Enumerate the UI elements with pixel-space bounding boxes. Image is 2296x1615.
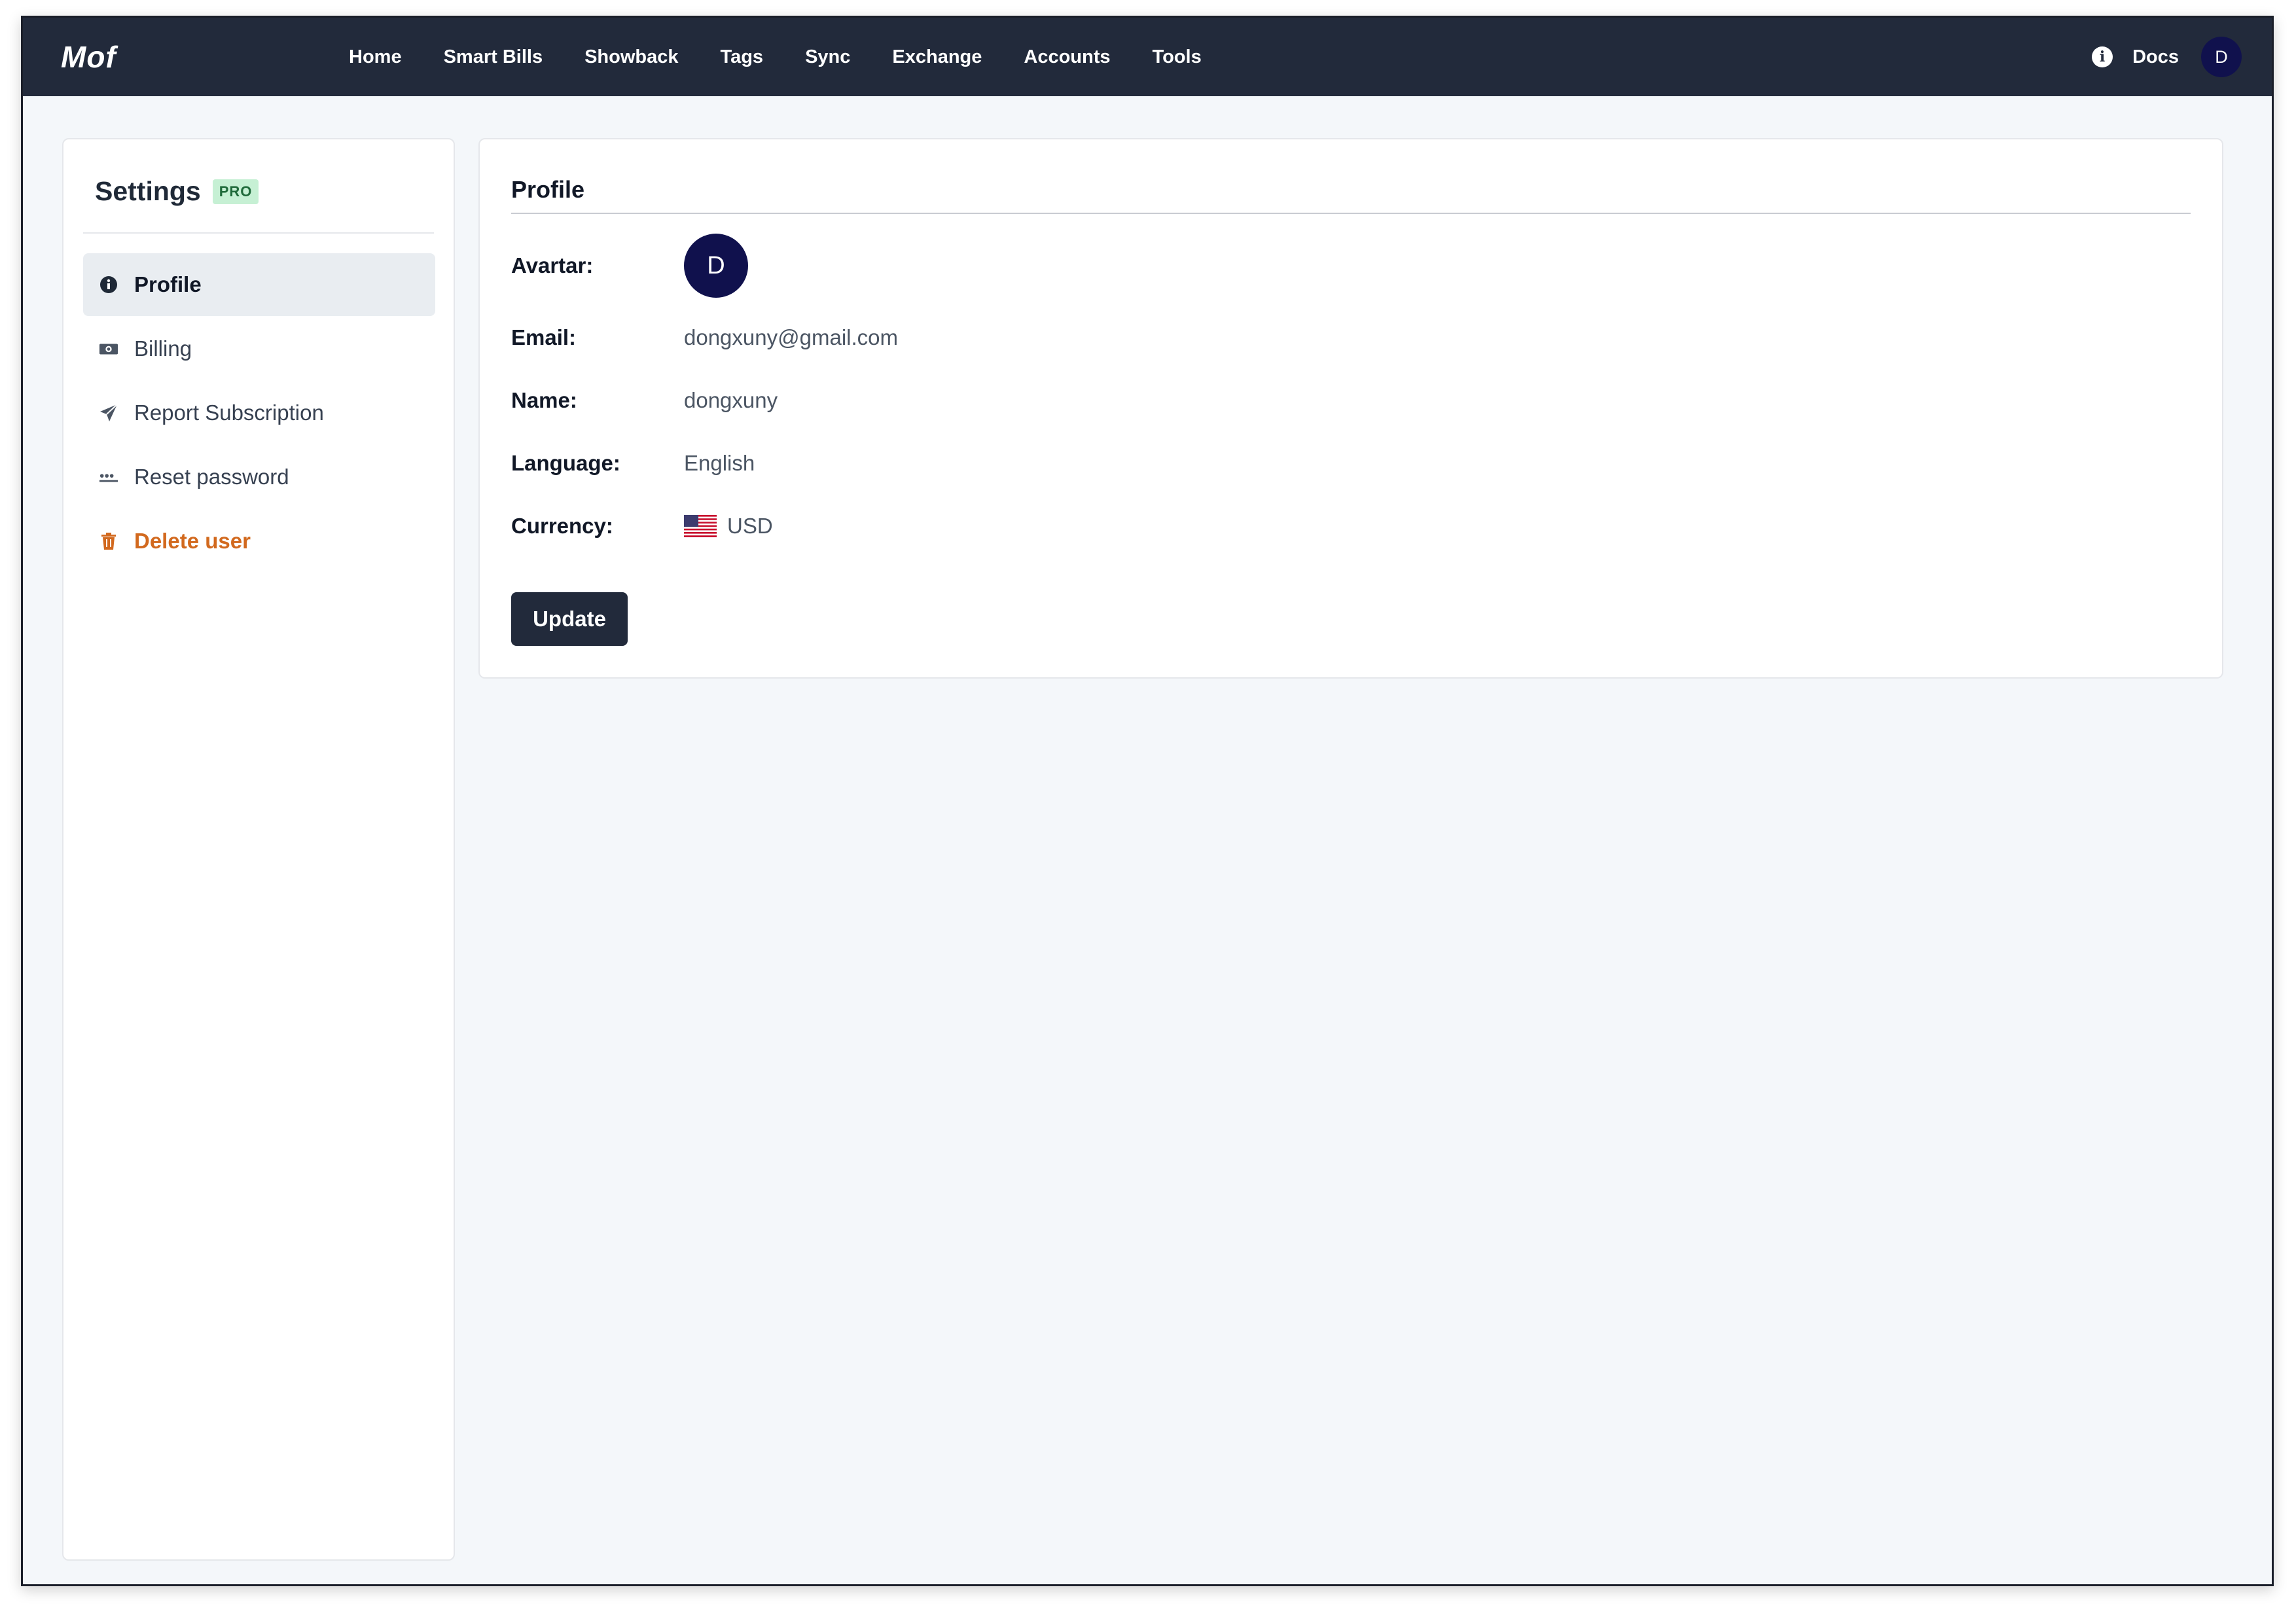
nav-right-group: i Docs D [2092, 18, 2242, 96]
language-row: Language: English [511, 451, 755, 476]
name-value: dongxuny [684, 388, 778, 412]
sidebar-item-label: Delete user [134, 529, 251, 553]
currency-row: Currency: USD [511, 514, 773, 539]
update-button[interactable]: Update [511, 592, 628, 646]
sidebar-item-label: Report Subscription [134, 400, 324, 425]
sidebar-item-label: Reset password [134, 465, 289, 489]
name-label: Name: [511, 388, 577, 412]
currency-value-group: USD [684, 514, 773, 539]
sidebar-menu: Profile Billing Report Subscription Rese… [83, 253, 435, 574]
email-label: Email: [511, 325, 577, 349]
nav-tags[interactable]: Tags [721, 46, 764, 68]
user-avatar[interactable]: D [2201, 37, 2242, 77]
avatar-label: Avartar: [511, 253, 594, 277]
send-icon [99, 403, 118, 423]
sidebar-item-label: Profile [134, 272, 202, 296]
avatar-row: Avartar: D [511, 234, 748, 298]
sidebar-divider [83, 232, 434, 234]
nav-sync[interactable]: Sync [805, 46, 850, 68]
nav-tools[interactable]: Tools [1153, 46, 1202, 68]
settings-sidebar: Settings PRO Profile Billing Report Subs… [62, 138, 455, 1561]
sidebar-title: Settings [95, 176, 201, 206]
info-icon[interactable]: i [2092, 46, 2113, 67]
sidebar-item-delete-user[interactable]: Delete user [83, 510, 435, 573]
currency-label: Currency: [511, 514, 613, 538]
sidebar-header: Settings PRO [95, 176, 259, 207]
password-icon [99, 467, 118, 487]
currency-value: USD [727, 514, 773, 538]
nav-exchange[interactable]: Exchange [892, 46, 982, 68]
top-navbar: Mof Home Smart Bills Showback Tags Sync … [23, 18, 2272, 96]
name-row: Name: dongxuny [511, 388, 778, 413]
sidebar-item-label: Billing [134, 336, 192, 361]
profile-divider [511, 213, 2191, 214]
sidebar-item-report-subscription[interactable]: Report Subscription [83, 382, 435, 444]
language-label: Language: [511, 451, 620, 475]
email-row: Email: dongxuny@gmail.com [511, 325, 898, 350]
email-value: dongxuny@gmail.com [684, 325, 898, 349]
sidebar-item-reset-password[interactable]: Reset password [83, 446, 435, 508]
sidebar-item-profile[interactable]: Profile [83, 253, 435, 316]
us-flag-icon [684, 515, 717, 537]
main-nav: Home Smart Bills Showback Tags Sync Exch… [349, 18, 1244, 96]
nav-showback[interactable]: Showback [584, 46, 678, 68]
language-value: English [684, 451, 755, 475]
info-icon [99, 275, 118, 294]
nav-smart-bills[interactable]: Smart Bills [444, 46, 543, 68]
pro-badge: PRO [212, 179, 259, 204]
app-logo[interactable]: Mof [61, 18, 117, 96]
nav-accounts[interactable]: Accounts [1024, 46, 1110, 68]
docs-link[interactable]: Docs [2132, 46, 2179, 68]
profile-avatar[interactable]: D [684, 234, 748, 298]
app-window: Mof Home Smart Bills Showback Tags Sync … [21, 16, 2274, 1586]
money-icon [99, 339, 118, 359]
nav-home[interactable]: Home [349, 46, 402, 68]
trash-icon [99, 531, 118, 551]
profile-card: Profile Avartar: D Email: dongxuny@gmail… [478, 138, 2223, 679]
profile-title: Profile [511, 176, 585, 203]
sidebar-item-billing[interactable]: Billing [83, 317, 435, 380]
